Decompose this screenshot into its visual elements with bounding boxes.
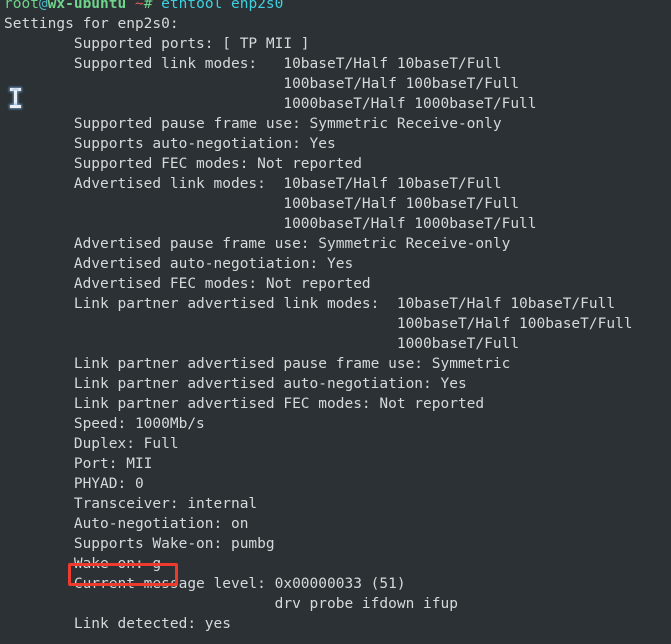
- output-line: Duplex: Full: [4, 436, 179, 452]
- output-line: Speed: 1000Mb/s: [4, 416, 205, 432]
- prompt-host: wx-ubuntu: [47, 0, 127, 12]
- terminal-window[interactable]: root@wx-ubuntu ~# ethtool enp2s0 Setting…: [0, 0, 671, 644]
- output-line: Link partner advertised link modes: 10ba…: [4, 296, 616, 312]
- output-line: Supported ports: [ TP MII ]: [4, 36, 310, 52]
- prompt-path: ~: [134, 0, 144, 12]
- output-line: Advertised auto-negotiation: Yes: [4, 256, 354, 272]
- output-line: Link partner advertised FEC modes: Not r…: [4, 396, 485, 412]
- output-line: PHYAD: 0: [4, 476, 144, 492]
- prompt-line: root@wx-ubuntu ~# ethtool enp2s0: [0, 0, 671, 14]
- output-line: 1000baseT/Half 1000baseT/Full: [4, 216, 537, 232]
- output-line: Auto-negotiation: on: [4, 516, 249, 532]
- prompt-command: ethtool enp2s0: [161, 0, 284, 12]
- output-line: Supported pause frame use: Symmetric Rec…: [4, 116, 502, 132]
- output-line: Advertised link modes: 10baseT/Half 10ba…: [4, 176, 502, 192]
- output-line: Link partner advertised pause frame use:…: [4, 356, 511, 372]
- output-line: 100baseT/Half 100baseT/Full: [4, 196, 520, 212]
- output-line: Port: MII: [4, 456, 153, 472]
- output-line: Current message level: 0x00000033 (51): [4, 576, 406, 592]
- output-line: Supports Wake-on: pumbg: [4, 536, 275, 552]
- output-line: Supports auto-negotiation: Yes: [4, 136, 336, 152]
- output-line: Advertised pause frame use: Symmetric Re…: [4, 236, 511, 252]
- output-line: Settings for enp2s0:: [4, 16, 179, 32]
- prompt-at: @: [38, 0, 48, 12]
- output-line: Advertised FEC modes: Not reported: [4, 276, 371, 292]
- terminal-screen[interactable]: root@wx-ubuntu ~# ethtool enp2s0 Setting…: [0, 0, 671, 634]
- output-line-wake-on: Wake-on: g: [4, 556, 162, 572]
- output-line: Supported FEC modes: Not reported: [4, 156, 362, 172]
- output-line: Link detected: yes: [4, 616, 231, 632]
- output-line: 1000baseT/Half 1000baseT/Full: [4, 96, 537, 112]
- output-line: 100baseT/Half 100baseT/Full: [4, 316, 633, 332]
- output-line: Transceiver: internal: [4, 496, 258, 512]
- output-line: Link partner advertised auto-negotiation…: [4, 376, 467, 392]
- output-line: 1000baseT/Full: [4, 336, 520, 352]
- output-line: drv probe ifdown ifup: [4, 596, 458, 612]
- output-line: Supported link modes: 10baseT/Half 10bas…: [4, 56, 502, 72]
- prompt-user: root: [4, 0, 39, 12]
- output-line: 100baseT/Half 100baseT/Full: [4, 76, 520, 92]
